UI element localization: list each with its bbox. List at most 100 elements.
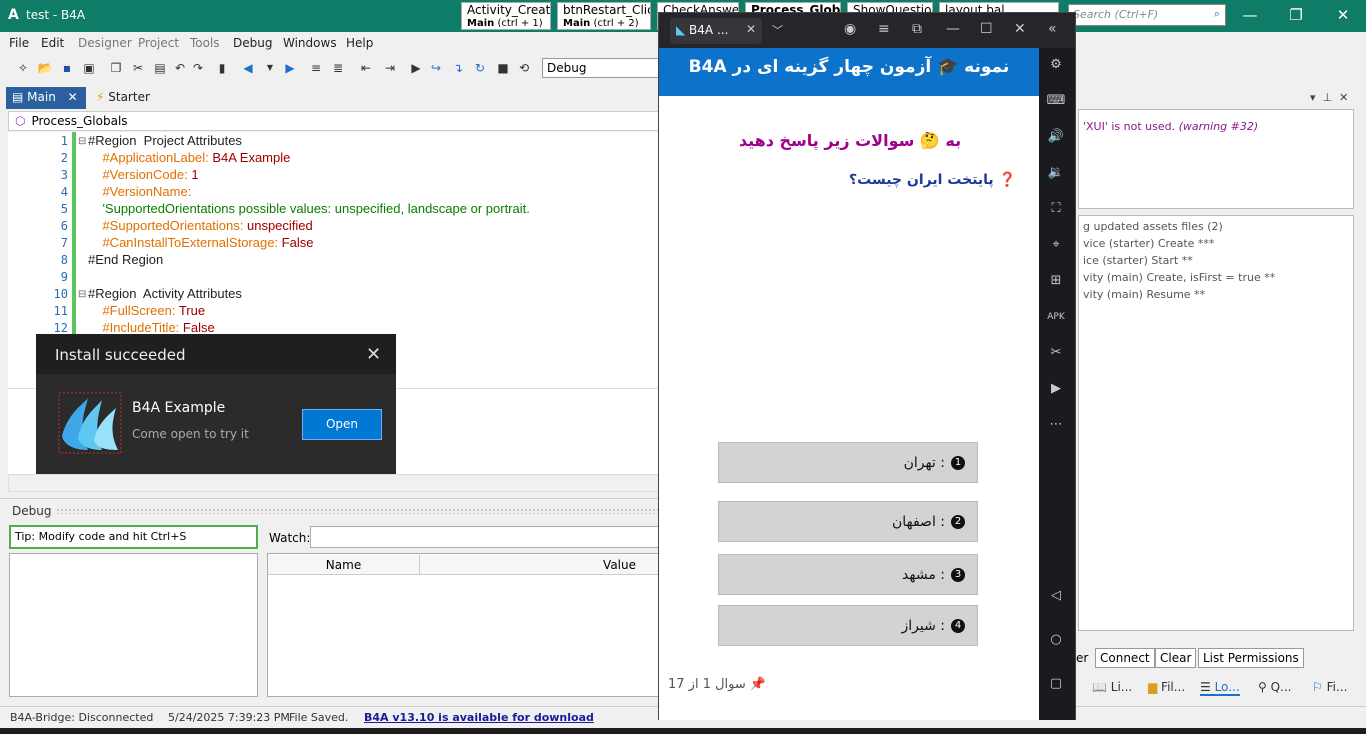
redo-icon[interactable]: ↷ [190, 60, 206, 76]
close-button[interactable]: ✕ [1333, 6, 1353, 24]
code-line[interactable]: #VersionName: [88, 184, 195, 199]
list-permissions-button[interactable]: List Permissions [1198, 648, 1304, 668]
volume-up-icon[interactable]: 🔊 [1046, 127, 1066, 147]
warnings-list[interactable]: 'XUI' is not used. (warning #32) [1078, 109, 1354, 209]
tab-find[interactable]: ⚐ Fi... [1312, 680, 1347, 694]
step-in-icon[interactable]: ↴ [450, 60, 466, 76]
panel-grip[interactable] [56, 508, 660, 514]
answer-option-4[interactable]: 4: شیراز [718, 605, 978, 646]
toast-close-icon[interactable]: ✕ [366, 344, 381, 365]
column-header-value[interactable]: Value [420, 555, 660, 575]
code-line[interactable]: #Region Activity Attributes [88, 286, 242, 301]
tab-files[interactable]: ▆ Fil... [1148, 680, 1185, 694]
search-icon[interactable]: ⌕ [1214, 7, 1220, 21]
back-nav-icon[interactable]: ◁ [1046, 586, 1066, 606]
restore-button[interactable]: ❐ [1286, 6, 1306, 24]
menu-help[interactable]: Help [346, 36, 373, 50]
emulator-tab[interactable]: ◣ B4A ... ✕ [670, 18, 762, 44]
menu-edit[interactable]: Edit [41, 36, 64, 50]
save-icon[interactable]: ▪ [59, 60, 75, 76]
code-line[interactable]: #IncludeTitle: False [88, 320, 214, 335]
chevron-down-icon[interactable]: ﹀ [772, 22, 783, 38]
close-tab-icon[interactable]: ✕ [746, 22, 756, 36]
toast-open-button[interactable]: Open [302, 409, 382, 440]
tab-quick-search[interactable]: ⚲ Q... [1258, 680, 1292, 694]
screenshot-icon[interactable]: ⛶ [1046, 199, 1066, 219]
column-header-name[interactable]: Name [268, 555, 420, 575]
answer-option-1[interactable]: 1: تهران [718, 442, 978, 483]
tab-main[interactable]: ▤ Main ✕ [6, 87, 86, 109]
answer-option-2[interactable]: 2: اصفهان [718, 501, 978, 542]
quick-tab-btnrestart-click[interactable]: btnRestart_Click Main (ctrl + 2) [557, 2, 651, 30]
account-icon[interactable]: ◉ [844, 21, 856, 37]
stop-icon[interactable]: ■ [495, 60, 511, 76]
panel-controls[interactable]: ▾ ⊥ ✕ [1310, 91, 1348, 104]
code-line[interactable]: #ApplicationLabel: B4A Example [88, 150, 290, 165]
maximize-icon[interactable]: ☐ [980, 21, 993, 37]
add-app-icon[interactable]: ⊞ [1046, 271, 1066, 291]
tab-libraries[interactable]: 📖 Li... [1092, 680, 1132, 694]
fold-toggle-icon[interactable]: ⊟ [78, 289, 86, 300]
bookmark-icon[interactable]: ▮ [214, 60, 230, 76]
tip-field[interactable]: Tip: Modify code and hit Ctrl+S [9, 525, 258, 549]
logs-list[interactable]: g updated assets files (2) vice (starter… [1078, 215, 1354, 631]
restart-icon[interactable]: ⟲ [516, 60, 532, 76]
close-icon[interactable]: ✕ [1014, 21, 1026, 37]
menu-icon[interactable]: ≡ [878, 21, 890, 37]
minimize-icon[interactable]: — [946, 21, 960, 37]
clear-button[interactable]: Clear [1155, 648, 1197, 668]
outdent-icon[interactable]: ⇤ [358, 60, 374, 76]
connect-button[interactable]: Connect [1095, 648, 1155, 668]
menu-tools[interactable]: Tools [190, 36, 220, 50]
filter-button-partial[interactable]: er [1076, 651, 1088, 665]
step-over-icon[interactable]: ↪ [428, 60, 444, 76]
code-line[interactable]: 'SupportedOrientations possible values: … [88, 201, 529, 216]
code-line[interactable]: #CanInstallToExternalStorage: False [88, 235, 313, 250]
apk-icon[interactable]: APK [1046, 307, 1066, 327]
menu-file[interactable]: File [9, 36, 29, 50]
minimize-button[interactable]: — [1240, 6, 1260, 24]
code-line[interactable]: #End Region [88, 252, 163, 267]
breadcrumb[interactable]: ⬡ Process_Globals [8, 111, 660, 131]
indent-icon[interactable]: ⇥ [382, 60, 398, 76]
tab-logs[interactable]: ☰ Lo... [1200, 680, 1240, 696]
comment-icon[interactable]: ≡ [308, 60, 324, 76]
cut-icon[interactable]: ✂ [130, 60, 146, 76]
forward-icon[interactable]: ▶ [282, 60, 298, 76]
location-icon[interactable]: ⌖ [1046, 235, 1066, 255]
home-nav-icon[interactable]: ○ [1046, 630, 1066, 650]
update-link[interactable]: B4A v13.10 is available for download [364, 711, 594, 724]
code-line[interactable]: #SupportedOrientations: unspecified [88, 218, 312, 233]
record-icon[interactable]: ▶ [1046, 379, 1066, 399]
tab-starter[interactable]: ⚡ Starter [92, 87, 172, 109]
quick-tab-activity-create[interactable]: Activity_Create Main (ctrl + 1) [461, 2, 551, 30]
save-all-icon[interactable]: ▣ [81, 60, 97, 76]
build-config-select[interactable]: Debug [542, 58, 662, 78]
settings-icon[interactable]: ⚙ [1046, 55, 1066, 75]
more-icon[interactable]: ⋯ [1046, 415, 1066, 435]
new-file-icon[interactable]: ✧ [15, 60, 31, 76]
code-line[interactable]: #Region Project Attributes [88, 133, 242, 148]
menu-designer[interactable]: Designer [78, 36, 132, 50]
volume-down-icon[interactable]: 🔉 [1046, 163, 1066, 183]
dropdown-icon[interactable]: ▼ [262, 60, 278, 76]
back-icon[interactable]: ◀ [240, 60, 256, 76]
code-line[interactable]: #VersionCode: 1 [88, 167, 198, 182]
menu-windows[interactable]: Windows [283, 36, 337, 50]
code-line[interactable]: #FullScreen: True [88, 303, 205, 318]
paste-icon[interactable]: ▤ [152, 60, 168, 76]
collapse-sidebar-icon[interactable]: « [1048, 21, 1057, 37]
fold-toggle-icon[interactable]: ⊟ [78, 136, 86, 147]
menu-debug[interactable]: Debug [233, 36, 272, 50]
keyboard-icon[interactable]: ⌨ [1046, 91, 1066, 111]
horizontal-scrollbar[interactable] [8, 474, 660, 492]
step-out-icon[interactable]: ↻ [472, 60, 488, 76]
close-tab-icon[interactable]: ✕ [68, 90, 78, 104]
search-input[interactable]: Search (Ctrl+F) ⌕ [1068, 4, 1226, 26]
open-folder-icon[interactable]: 📂 [37, 60, 53, 76]
answer-option-3[interactable]: 3: مشهد [718, 554, 978, 595]
external-window-icon[interactable]: ⧉ [912, 21, 922, 37]
debug-list[interactable] [9, 553, 258, 697]
menu-project[interactable]: Project [138, 36, 179, 50]
recents-nav-icon[interactable]: ▢ [1046, 674, 1066, 694]
